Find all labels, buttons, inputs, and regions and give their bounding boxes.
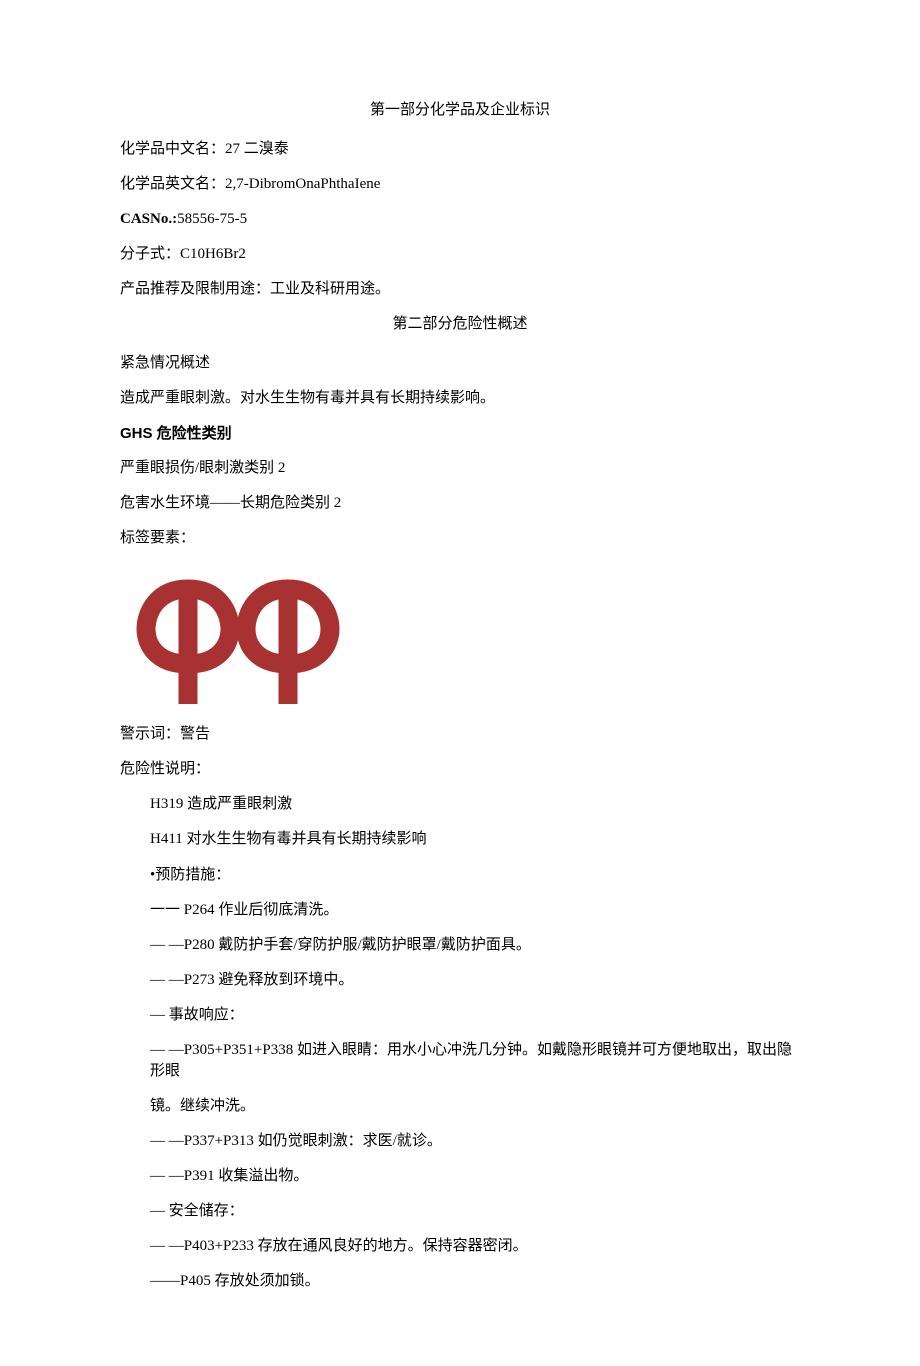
english-name-line: 化学品英文名：2,7-DibromOnaPhthaIene	[120, 174, 800, 195]
hazard-h411: H411 对水生生物有毒并具有长期持续影响	[150, 829, 800, 850]
emergency-heading: 紧急情况概述	[120, 353, 800, 374]
cn-name-label: 化学品中文名：	[120, 141, 225, 157]
prevention-heading: •预防措施：	[150, 864, 800, 886]
response-p337: — —P337+P313 如仍觉眼刺激：求医/就诊。	[150, 1131, 800, 1152]
formula-label: 分子式：	[120, 246, 180, 262]
formula-line: 分子式：C10H6Br2	[120, 244, 800, 265]
en-name-label: 化学品英文名：	[120, 176, 225, 192]
storage-p405: ——P405 存放处须加锁。	[150, 1271, 800, 1292]
storage-p403: — —P403+P233 存放在通风良好的地方。保持容器密闭。	[150, 1236, 800, 1257]
ghs-category-2: 危害水生环境——长期危险类别 2	[120, 493, 800, 514]
cas-label: CASNo.:	[120, 211, 177, 227]
uses-value: 工业及科研用途。	[270, 281, 390, 297]
document-page: 第一部分化学品及企业标识 化学品中文名：27 二溴泰 化学品英文名：2,7-Di…	[0, 0, 920, 1366]
ghs-pictograms	[120, 564, 800, 714]
ghs-heading: GHS 危险性类别	[120, 423, 800, 444]
response-p391: — —P391 收集溢出物。	[150, 1166, 800, 1187]
hazard-list: H319 造成严重眼刺激 H411 对水生生物有毒并具有长期持续影响 •预防措施…	[120, 794, 800, 1292]
hazard-statement-heading: 危险性说明：	[120, 759, 800, 780]
storage-heading: — 安全储存：	[150, 1201, 800, 1222]
uses-line: 产品推荐及限制用途：工业及科研用途。	[120, 279, 800, 300]
en-name-value: 2,7-DibromOnaPhthaIene	[225, 176, 380, 192]
signal-label: 警示词：	[120, 726, 180, 742]
chinese-name-line: 化学品中文名：27 二溴泰	[120, 139, 800, 160]
response-p305-line1: — —P305+P351+P338 如进入眼睛：用水小心冲洗几分钟。如戴隐形眼镜…	[150, 1040, 800, 1082]
response-p305-line2: 镜。继续冲洗。	[150, 1096, 800, 1117]
signal-word: 警告	[180, 726, 210, 742]
cn-name-value: 27 二溴泰	[225, 141, 289, 157]
section1-title: 第一部分化学品及企业标识	[120, 100, 800, 121]
uses-label: 产品推荐及限制用途：	[120, 281, 270, 297]
prevention-p273: — —P273 避免释放到环境中。	[150, 970, 800, 991]
ghs-category-1: 严重眼损伤/眼刺激类别 2	[120, 458, 800, 479]
section2-title: 第二部分危险性概述	[120, 314, 800, 335]
phi-phi-icon	[120, 564, 340, 714]
hazard-h319: H319 造成严重眼刺激	[150, 794, 800, 815]
cas-line: CASNo.:58556-75-5	[120, 209, 800, 230]
label-elements-heading: 标签要素：	[120, 528, 800, 549]
signal-word-line: 警示词：警告	[120, 724, 800, 745]
response-heading: — 事故响应：	[150, 1005, 800, 1026]
emergency-text: 造成严重眼刺激。对水生生物有毒并具有长期持续影响。	[120, 388, 800, 409]
prevention-p280: — —P280 戴防护手套/穿防护服/戴防护眼罩/戴防护面具。	[150, 935, 800, 956]
formula-value: C10H6Br2	[180, 246, 246, 262]
prevention-p264: 一一 P264 作业后彻底清洗。	[150, 900, 800, 921]
cas-value: 58556-75-5	[177, 211, 247, 227]
prevention-label-text: •预防措施：	[150, 867, 230, 883]
